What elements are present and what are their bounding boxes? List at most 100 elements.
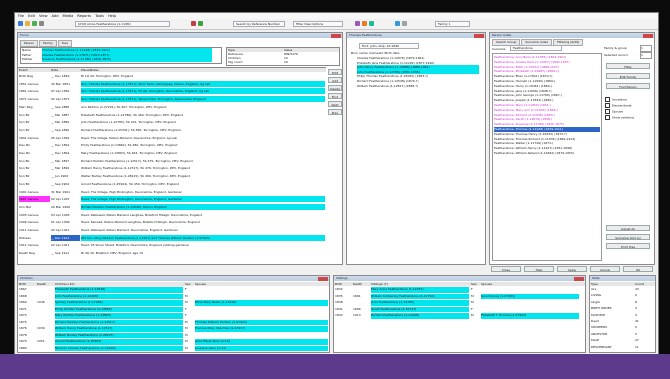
- tab-family[interactable]: Family: [39, 40, 57, 47]
- child-row[interactable]: 1868 John Featherstone (1-12268) M: [18, 293, 329, 299]
- event-row[interactable]: Death Reg __ Sep 1911 Bi 4Q 20, Bideford, …: [18, 250, 326, 256]
- stats-grid-row[interactable]: DESCENDANT 11: [590, 345, 655, 351]
- tree-node[interactable]: William Featherstone (1-12817) (1885-?): [357, 84, 479, 88]
- event-next-button[interactable]: Next: [328, 101, 342, 107]
- index-edit-family-button[interactable]: Edit Family: [606, 73, 650, 79]
- checkbox-row[interactable]: Descendants: [605, 103, 632, 108]
- child-row[interactable]: 1869 1936 Sydney Featherstone (1-17988) M Et…: [18, 300, 329, 306]
- index-action-button[interactable]: Surname Sort (s): [606, 234, 650, 240]
- apply-button[interactable]: Apply: [557, 266, 587, 272]
- stats-grid-row[interactable]: LIVING 0: [590, 293, 655, 299]
- event-row[interactable]: 1905 Census 03 Apr 1905 Head, Wellswell, P…: [18, 212, 326, 218]
- tab-person[interactable]: Person: [20, 40, 39, 47]
- print-icon[interactable]: [39, 21, 44, 26]
- index-action-button[interactable]: Print Tree: [606, 243, 650, 249]
- child-row[interactable]: 1838 John Featherstone (1-12785) M: [334, 300, 585, 306]
- checkbox-row[interactable]: Ancestors: [605, 97, 627, 102]
- new-icon[interactable]: [18, 21, 23, 26]
- child-row[interactable]: 1875 Richard Paddon Featherstone (1-12517…: [18, 319, 329, 325]
- help-button[interactable]: Help: [524, 266, 554, 272]
- child-row[interactable]: 1835 1891 William Kimberley Featherstone (…: [334, 293, 585, 299]
- back-icon[interactable]: [191, 21, 196, 26]
- child-row[interactable]: 1878 William Bodley Featherstone (1-28215…: [18, 332, 329, 338]
- child-row[interactable]: 1843 1913 Richard Featherstone (1-11948) M E…: [334, 313, 585, 319]
- stats-grid-row[interactable]: single 8: [590, 300, 655, 306]
- stats-grid-row[interactable]: MULTIPLE 4: [590, 313, 655, 319]
- child-row[interactable]: 1876 1939 William Henry Featherstone (1-12…: [18, 326, 329, 332]
- checkbox-icon[interactable]: [605, 109, 610, 114]
- event-prev-button[interactable]: Prev: [328, 109, 342, 115]
- event-edit-button[interactable]: Edit: [328, 69, 342, 75]
- child-row[interactable]: 1832 Mary Anne Featherstone (1-12257) F: [334, 287, 585, 293]
- event-row[interactable]: Son Bir __ Sep 1890 Richard Featherstone (…: [18, 127, 326, 133]
- child-row[interactable]: 1879 1951 Arnold Featherstone (1-25904) M Al…: [18, 339, 329, 345]
- stats-grid-row[interactable]: ANCESTOR 5: [590, 332, 655, 338]
- close-icon[interactable]: [574, 276, 584, 281]
- event-row[interactable]: 1911 Census 02 Apr 1911 Head, Wellswell, P…: [18, 227, 326, 233]
- checkbox-row[interactable]: Show relations: [605, 115, 634, 120]
- event-row[interactable]: Son Mar 20 Mar 1906 Richard Paddon Feather…: [18, 203, 326, 210]
- chart-icon[interactable]: [355, 21, 360, 26]
- person-selector[interactable]: [234] Amos Featherstone (1-11/81): [75, 21, 170, 27]
- family-icon[interactable]: [369, 21, 374, 26]
- report-icon[interactable]: [395, 21, 400, 26]
- tab-tree[interactable]: Tree: [57, 40, 73, 47]
- index-field-value[interactable]: 1: [640, 45, 652, 52]
- child-row[interactable]: 1880 Norman Charles Featherstone (1-12999…: [18, 345, 329, 351]
- close-icon[interactable]: [474, 33, 484, 38]
- event-row[interactable]: Son Bir __ Mar 1899 William Henry Feathers…: [18, 165, 326, 171]
- checkbox-row[interactable]: Spouse: [605, 109, 623, 114]
- child-row[interactable]: 1871 Emily Paddon Featherstone (1-13862) F: [18, 306, 329, 312]
- family-selector[interactable]: Family 1: [435, 21, 470, 27]
- child-row[interactable]: 1867 Elizabeth Featherstone (1-13546) F: [18, 287, 329, 293]
- event-row[interactable]: 1861 Census 07 Apr 1861 Son: Charles Feath…: [18, 88, 326, 95]
- event-row[interactable]: 1851 Census 30 Mar 1851 Son: Charles Feath…: [18, 80, 326, 87]
- person-list-item[interactable]: Featherstone, William Kelland (1-16262) …: [494, 151, 600, 156]
- index-filter-button[interactable]: Filter: [606, 63, 650, 69]
- checkbox-icon[interactable]: [605, 97, 610, 102]
- checkbox-icon[interactable]: [605, 115, 610, 120]
- save-icon[interactable]: [32, 21, 37, 26]
- event-row[interactable]: Son Bir __ Mar 1887 Elizabeth Featherstone…: [18, 112, 326, 118]
- event-row[interactable]: Witness __ Dec 1911 Wit Son: Mary Paddon F…: [18, 234, 326, 241]
- child-row[interactable]: 1841 1896 Sarah Featherstone (1-32117) F: [334, 306, 585, 312]
- event-row[interactable]: 1906 Census 01 Apr 1906 Head, Kenwell, Pet…: [18, 219, 326, 225]
- event-row[interactable]: 1907 Census 02 Apr 1907 Head, The Village,…: [18, 196, 326, 203]
- event-row[interactable]: 1911 Census 02 Apr 1911 Head, 25 Silver St…: [18, 242, 326, 248]
- cancel-button[interactable]: Cancel: [590, 266, 620, 272]
- ok-button[interactable]: OK: [623, 266, 653, 272]
- event-find-button[interactable]: Find: [328, 93, 342, 99]
- event-row[interactable]: 1901 Census 31 Mar 1901 Head, The Village,…: [18, 189, 326, 195]
- event-row[interactable]: Son Bir __ Mar 1897 Richard Paddon Feather…: [18, 158, 326, 164]
- close-button[interactable]: Close: [491, 266, 521, 272]
- event-row[interactable]: Dau Bir __ Dec 1894 Mary Featherstone (1-1…: [18, 150, 326, 156]
- close-icon[interactable]: [643, 33, 653, 38]
- index-find-person-button[interactable]: Find Person: [606, 83, 650, 89]
- event-add-button[interactable]: Add: [328, 77, 342, 83]
- tree-find-field[interactable]: Find: john, ship, 10:1840: [359, 43, 419, 49]
- forward-icon[interactable]: [198, 21, 203, 26]
- event-row[interactable]: Son Bir __ Mar 1889 John Featherstone (1-1…: [18, 119, 326, 125]
- settings-icon[interactable]: [402, 21, 407, 26]
- stats-grid-row[interactable]: ALL 43: [590, 287, 655, 293]
- checkbox-icon[interactable]: [605, 103, 610, 108]
- index-field-value[interactable]: 1: [640, 52, 652, 59]
- filter-descriptions-button[interactable]: Filter Descriptions: [293, 21, 343, 27]
- child-row[interactable]: 1873 Mary Paddon Featherstone (1-13863) F: [18, 313, 329, 319]
- event-row[interactable]: Dau Bir __ Dec 1892 Emily Featherstone (1-…: [18, 142, 326, 148]
- close-icon[interactable]: [331, 33, 341, 38]
- close-icon[interactable]: [318, 276, 328, 281]
- event-row[interactable]: Birth Reg __ Dec 1849 Bi 1Q 20, Torrington…: [18, 73, 326, 79]
- event-row[interactable]: Son Bir __ Jun 1900 Walter Bodley Feathers…: [18, 173, 326, 179]
- tree-icon[interactable]: [362, 21, 367, 26]
- stats-grid-row[interactable]: BIRTH ORDER 4: [590, 306, 655, 312]
- event-row[interactable]: 1891 Census 05 Apr 1891 Head, The Village,…: [18, 135, 326, 141]
- index-action-button[interactable]: Adjust All: [606, 225, 650, 231]
- event-row[interactable]: Marr Reg __ Sep 1886 Ann Paddon (1-27291),…: [18, 104, 326, 110]
- stats-grid-row[interactable]: Dead 41: [590, 319, 655, 325]
- reference-search-button[interactable]: Search by Reference Number: [233, 21, 285, 27]
- stats-grid-row[interactable]: SHOPPERS 0: [590, 325, 655, 331]
- event-row[interactable]: Son Bir __ Sep 1904 Arnold Featherstone (1…: [18, 181, 326, 187]
- event-row[interactable]: 1871 Census 02 Apr 1871 Son: Charles Feath…: [18, 96, 326, 103]
- open-folder-icon[interactable]: [25, 21, 30, 26]
